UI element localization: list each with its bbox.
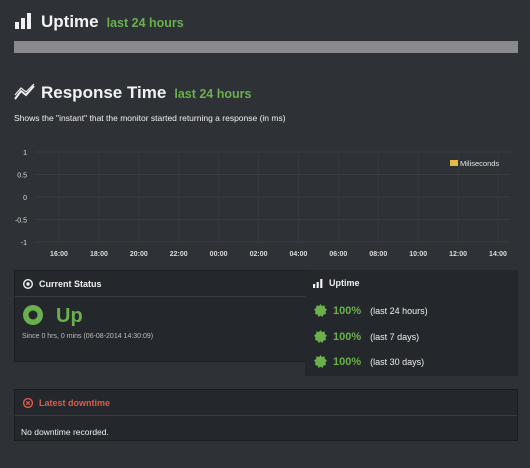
x-tick-label: 08:00 [369,251,387,258]
uptime-subtitle: last 24 hours [106,16,184,30]
x-tick-label: 02:00 [250,251,268,258]
uptime-row: 100% (last 24 hours) [314,304,428,317]
close-circle-icon [23,397,33,408]
legend-label: Miliseconds [460,159,499,168]
x-tick-label: 22:00 [170,251,188,258]
uptime-value: 100% [333,304,362,317]
uptime-period: (last 24 hours) [370,305,428,316]
uptime-heading: Uptime last 24 hours [41,12,184,32]
bar-chart-icon [313,278,323,288]
y-tick-label: 1 [23,150,27,157]
current-status-panel: Current Status Up Since 0 hrs, 0 mins (0… [14,270,319,362]
uptime-period: (last 7 days) [370,331,420,342]
x-tick-label: 14:00 [489,251,507,258]
bar-chart-icon [15,13,31,29]
uptime-bar [14,41,518,53]
x-tick-label: 12:00 [449,251,467,258]
uptime-title: Uptime [41,12,99,31]
line-chart-icon [14,83,35,100]
x-tick-label: 20:00 [130,251,148,258]
check-badge-icon [314,355,327,368]
downtime-message: No downtime recorded. [21,427,109,437]
check-badge-icon [314,330,327,343]
x-tick-label: 06:00 [329,251,347,258]
response-subtitle: last 24 hours [174,87,252,101]
y-tick-label: -1 [21,240,27,247]
x-tick-label: 16:00 [50,251,68,258]
x-tick-label: 10:00 [409,251,427,258]
target-icon [23,278,33,289]
uptime-panel-header: Uptime [305,270,518,296]
latest-downtime-title: Latest downtime [39,397,111,408]
x-tick-label: 00:00 [210,251,228,258]
response-description: Shows the "instant" that the monitor sta… [14,113,286,123]
current-status-header: Current Status [15,271,318,297]
uptime-panel: Uptime 100% (last 24 hours) 100% (last 7… [305,270,518,376]
y-tick-label: 0.5 [17,173,27,180]
latest-downtime-panel: Latest downtime No downtime recorded. [14,389,518,441]
status-up-icon [23,305,43,325]
response-heading: Response Time last 24 hours [41,83,251,103]
x-tick-label: 18:00 [90,251,108,258]
current-status-title: Current Status [39,278,102,289]
monitor-dashboard: Uptime last 24 hours Response Time last … [0,0,530,468]
uptime-period: (last 30 days) [370,356,425,367]
status-since: Since 0 hrs, 0 mins (06-08-2014 14:30:09… [22,333,154,340]
legend-swatch [450,160,458,166]
uptime-value: 100% [333,330,362,343]
uptime-value: 100% [333,355,362,368]
y-tick-label: -0.5 [15,218,27,225]
response-title: Response Time [41,83,167,102]
uptime-row: 100% (last 30 days) [314,355,424,368]
uptime-row: 100% (last 7 days) [314,330,419,343]
latest-downtime-header: Latest downtime [15,390,517,416]
x-tick-label: 04:00 [290,251,308,258]
uptime-panel-title: Uptime [329,278,360,288]
check-badge-icon [314,304,327,317]
response-time-chart: 1 0.5 0 -0.5 -1 16:00 18:00 20:00 22:00 00:00 02:0… [15,150,510,258]
y-tick-label: 0 [23,195,27,202]
status-value: Up [56,305,83,327]
